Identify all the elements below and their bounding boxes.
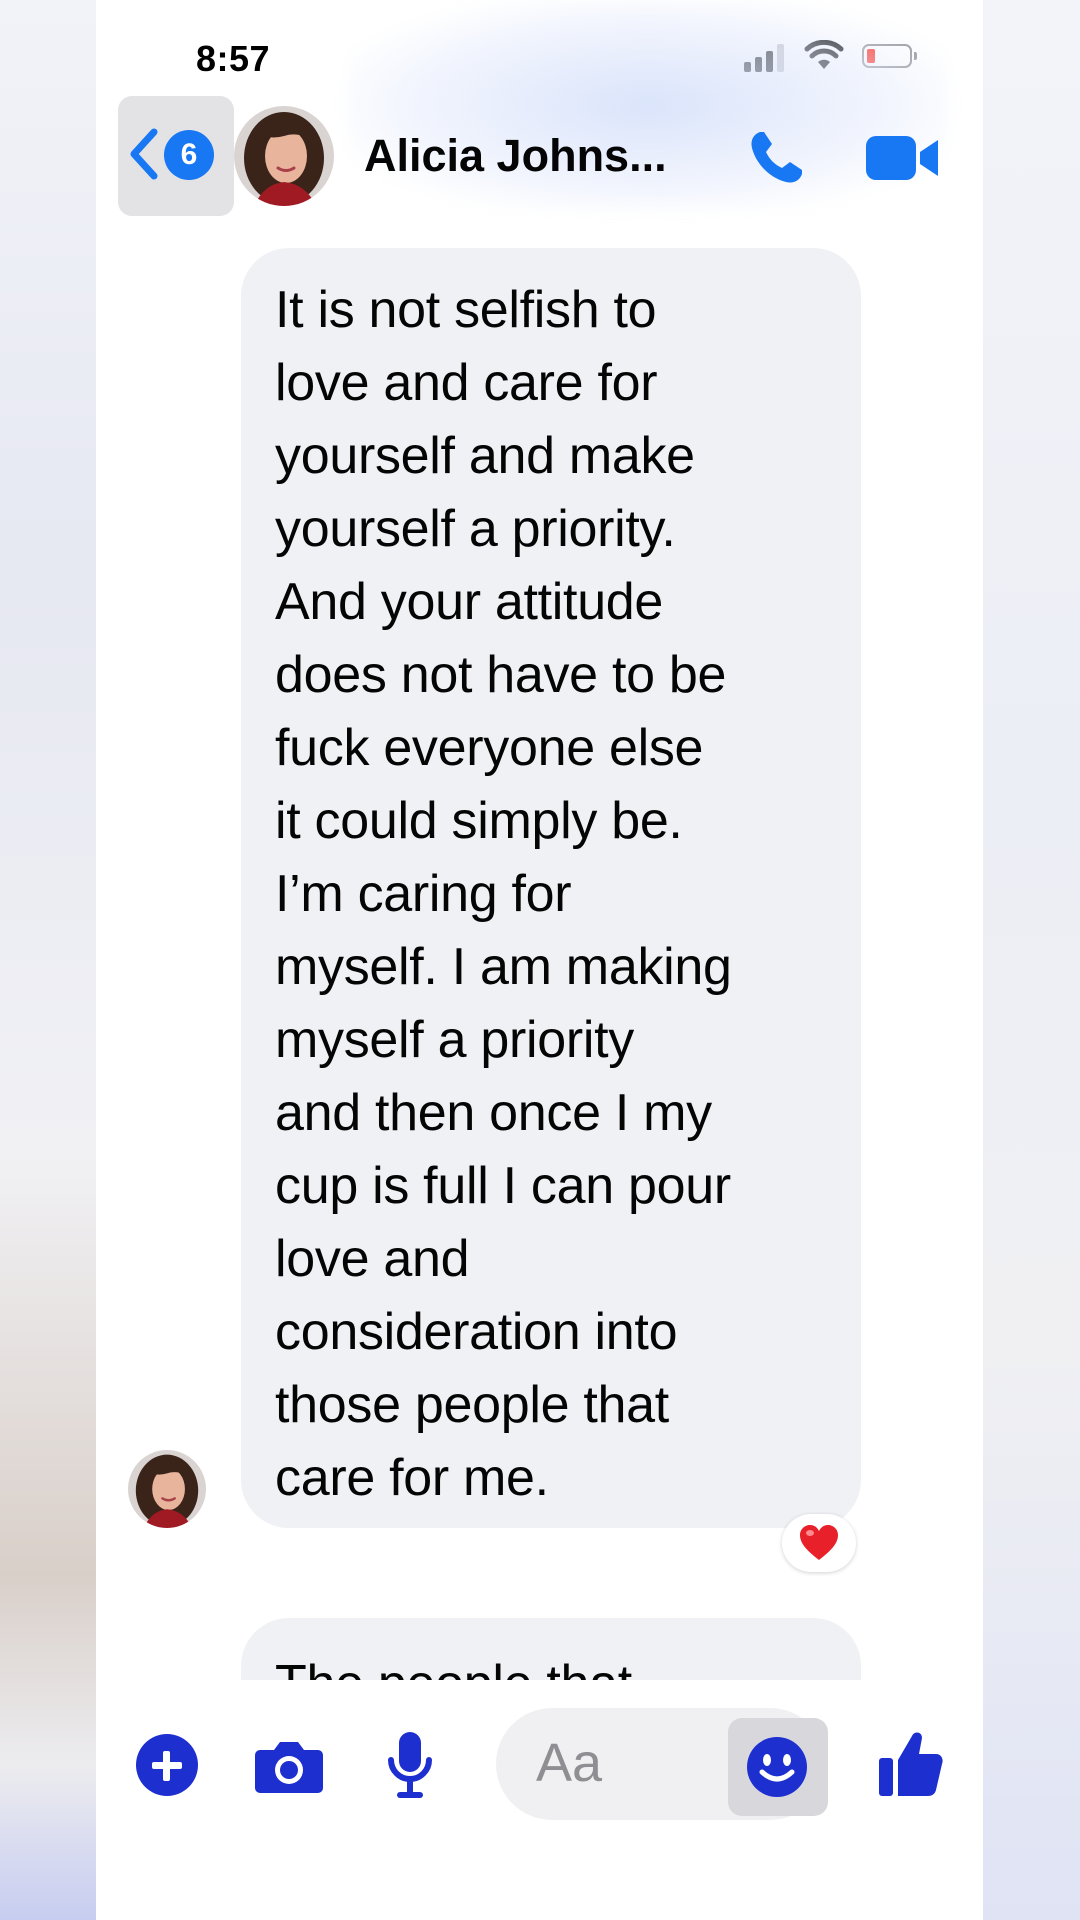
camera-icon[interactable] [254, 1738, 324, 1794]
sender-avatar[interactable] [128, 1450, 206, 1528]
heart-icon [800, 1525, 838, 1560]
video-call-icon[interactable] [866, 134, 940, 182]
message-line: and then once I my [275, 1084, 712, 1142]
message-line: love and care for [275, 354, 658, 412]
back-chevron-icon [130, 128, 158, 180]
blurred-background-left [0, 0, 96, 1920]
message-line: does not have to be [275, 646, 727, 704]
thumbs-up-icon[interactable] [878, 1728, 944, 1798]
add-plus-icon[interactable] [136, 1734, 198, 1796]
phone-call-icon[interactable] [746, 128, 806, 188]
message-line: love and [275, 1230, 470, 1288]
message-line: those people that [275, 1376, 669, 1434]
message-input-placeholder: Aa [536, 1733, 603, 1793]
status-time: 8:57 [196, 38, 271, 79]
message-bubble[interactable]: It is not selfish to love and care for y… [241, 248, 861, 1528]
message-line: yourself and make [275, 427, 695, 485]
message-line: consideration into [275, 1303, 678, 1361]
message-line: cup is full I can pour [275, 1157, 731, 1215]
back-button[interactable]: 6 [118, 96, 234, 216]
heart-reaction[interactable] [782, 1514, 856, 1572]
message-line: I’m caring for [275, 865, 572, 923]
message-line: And your attitude [275, 573, 664, 631]
messenger-screen: 8:57 6 Alicia Johns... It is not selfish… [96, 0, 983, 1920]
message-line: it could simply be. [275, 792, 683, 850]
blurred-background-right [983, 0, 1080, 1920]
contact-name[interactable]: Alicia Johns... [364, 130, 667, 182]
message-line: yourself a priority. [275, 500, 676, 558]
message-line: myself. I am making [275, 938, 732, 996]
contact-avatar[interactable] [234, 106, 334, 206]
message-line: myself a priority [275, 1011, 634, 1069]
emoji-button[interactable] [728, 1718, 828, 1816]
microphone-icon[interactable] [386, 1730, 434, 1802]
message-line: It is not selfish to [275, 281, 657, 339]
message-line: care for me. [275, 1449, 549, 1507]
emoji-icon [747, 1737, 807, 1797]
unread-count-badge: 6 [164, 130, 214, 180]
message-line: fuck everyone else [275, 719, 704, 777]
